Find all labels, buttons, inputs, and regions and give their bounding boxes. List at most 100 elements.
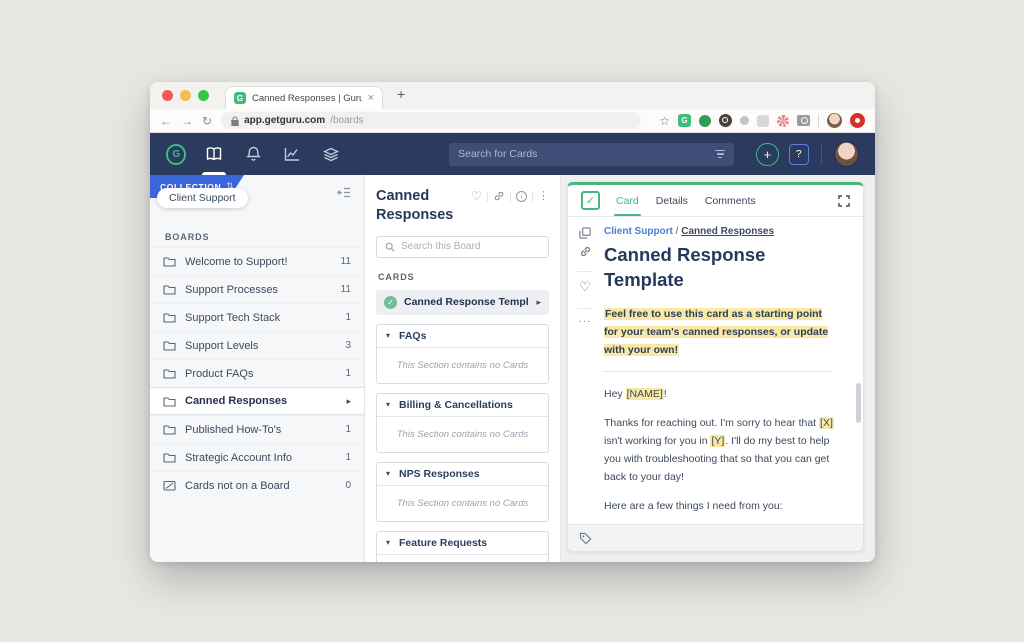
breadcrumb-board-link[interactable]: Canned Responses — [681, 226, 774, 237]
sidebar-item-welcome-to-support[interactable]: Welcome to Support! 11 — [150, 247, 364, 275]
divider — [510, 191, 511, 202]
guru-extension-icon[interactable]: G — [678, 114, 691, 127]
board-panel: Canned Responses ♡ i ⋮ CARDS ✓ Canned Re — [365, 175, 561, 562]
app-content: COLLECTION ⇅ Client Support BOARDS Welco… — [150, 175, 875, 562]
sidebar-item-strategic-account-info[interactable]: Strategic Account Info 1 — [150, 443, 364, 471]
sidebar-item-support-tech-stack[interactable]: Support Tech Stack 1 — [150, 303, 364, 331]
gray-dot-extension-icon[interactable] — [740, 116, 749, 125]
address-bar[interactable]: app.getguru.com/boards — [221, 112, 641, 129]
card-title: Canned Response Template — [604, 243, 814, 293]
section-faqs: ▾ FAQs This Section contains no Cards — [376, 324, 549, 384]
help-button[interactable]: ? — [789, 144, 809, 165]
reload-icon[interactable]: ↻ — [202, 115, 212, 127]
user-avatar[interactable] — [834, 141, 859, 167]
copy-card-icon[interactable] — [579, 227, 591, 239]
browser-tab-strip: G Canned Responses | Guru × + — [150, 82, 875, 109]
tab-comments[interactable]: Comments — [705, 185, 756, 216]
browser-profile-avatar[interactable] — [827, 113, 842, 128]
verified-check-icon: ✓ — [384, 296, 397, 309]
board-search-input[interactable] — [401, 241, 540, 252]
divider — [821, 144, 822, 164]
body-paragraph: Thanks for reaching out. I'm sorry to he… — [604, 414, 842, 486]
camera-extension-icon[interactable] — [797, 115, 810, 126]
chevron-down-icon: ▾ — [386, 470, 390, 478]
guru-favicon: G — [234, 92, 246, 104]
board-search-box[interactable] — [376, 236, 549, 258]
cards-section-label: CARDS — [378, 272, 549, 282]
kebab-menu-icon[interactable]: ⋮ — [538, 191, 549, 202]
card-search-box[interactable] — [449, 143, 734, 166]
minimize-window-button[interactable] — [180, 90, 191, 101]
copy-link-icon[interactable] — [493, 190, 505, 202]
card-tabs: Card Details Comments — [616, 185, 756, 216]
tab-title: Canned Responses | Guru — [252, 93, 362, 104]
more-options-icon[interactable]: ··· — [579, 316, 592, 327]
layers-icon[interactable] — [320, 133, 343, 175]
tab-card[interactable]: Card — [616, 185, 639, 216]
guru-logo[interactable]: G — [166, 144, 186, 165]
section-header[interactable]: ▾ NPS Responses — [377, 463, 548, 486]
section-empty-text: This Section contains no Cards — [377, 486, 548, 521]
sidebar-collapse-icon[interactable] — [337, 185, 351, 203]
sidebar-item-product-faqs[interactable]: Product FAQs 1 — [150, 359, 364, 387]
divider — [577, 308, 593, 309]
card-detail-panel: ✓ Card Details Comments ♡ — [567, 182, 864, 552]
section-header[interactable]: ▾ FAQs — [377, 325, 548, 348]
notifications-bell-icon[interactable] — [242, 133, 265, 175]
card-search-input[interactable] — [458, 148, 709, 160]
boards-nav-icon[interactable] — [202, 133, 225, 175]
folder-icon — [163, 312, 176, 323]
sidebar-item-support-levels[interactable]: Support Levels 3 — [150, 331, 364, 359]
tab-close-icon[interactable]: × — [368, 92, 374, 104]
favorite-heart-icon[interactable]: ♡ — [579, 279, 591, 295]
collection-name-pill[interactable]: Client Support — [157, 188, 248, 208]
search-filter-icon[interactable] — [715, 150, 725, 159]
info-icon[interactable]: i — [516, 191, 527, 202]
verify-checkbox[interactable]: ✓ — [581, 191, 600, 210]
card-header: ✓ Card Details Comments — [568, 185, 863, 217]
chevron-down-icon: ▾ — [386, 539, 390, 547]
sidebar-item-cards-not-on-a-board[interactable]: Cards not on a Board 0 — [150, 471, 364, 499]
card-scrollbar[interactable] — [856, 383, 861, 423]
magnifier-extension-icon[interactable] — [719, 114, 732, 127]
card-item-canned-response-template[interactable]: ✓ Canned Response Template ▸ — [376, 290, 549, 315]
expand-fullscreen-icon[interactable] — [838, 195, 850, 207]
tab-details[interactable]: Details — [656, 185, 688, 216]
analytics-chart-icon[interactable] — [281, 133, 304, 175]
card-slash-icon — [163, 480, 176, 491]
sidebar-item-published-how-tos[interactable]: Published How-To's 1 — [150, 415, 364, 443]
divider — [818, 114, 819, 128]
new-tab-button[interactable]: + — [397, 86, 405, 102]
board-count: 1 — [345, 452, 351, 463]
gray-square-extension-icon[interactable] — [757, 115, 769, 127]
card-preview-area: ✓ Card Details Comments ♡ — [561, 175, 875, 562]
section-empty-text: This Section contains no Cards — [377, 348, 548, 383]
breadcrumb-collection-link[interactable]: Client Support — [604, 226, 673, 237]
copy-link-icon[interactable] — [579, 245, 592, 258]
app-top-nav: G + ? — [150, 133, 875, 175]
section-header[interactable]: ▾ Billing & Cancellations — [377, 394, 548, 417]
create-card-button[interactable]: + — [756, 143, 778, 166]
green-extension-icon[interactable] — [699, 115, 711, 127]
section-header[interactable]: ▾ Feature Requests — [377, 532, 548, 555]
swirl-extension-icon[interactable] — [777, 115, 789, 127]
close-window-button[interactable] — [162, 90, 173, 101]
folder-icon — [163, 368, 176, 379]
tag-icon[interactable] — [579, 532, 592, 545]
greeting-line: Hey [NAME]! — [604, 385, 842, 403]
back-icon[interactable]: ← — [160, 115, 172, 127]
sidebar-item-canned-responses[interactable]: Canned Responses ▸ — [150, 387, 364, 415]
browser-tab[interactable]: G Canned Responses | Guru × — [225, 86, 383, 109]
browser-window: G Canned Responses | Guru × + ← → ↻ app.… — [150, 82, 875, 562]
section-empty-text: This Section contains no Cards — [377, 555, 548, 562]
zoom-window-button[interactable] — [198, 90, 209, 101]
folder-icon — [163, 396, 176, 407]
forward-icon[interactable]: → — [181, 115, 193, 127]
window-controls — [162, 90, 209, 101]
browser-menu-icon[interactable] — [850, 113, 865, 128]
board-count: 3 — [345, 340, 351, 351]
bookmark-star-icon[interactable]: ☆ — [659, 114, 670, 128]
favorite-heart-icon[interactable]: ♡ — [471, 190, 482, 202]
sidebar-item-support-processes[interactable]: Support Processes 11 — [150, 275, 364, 303]
divider — [487, 191, 488, 202]
